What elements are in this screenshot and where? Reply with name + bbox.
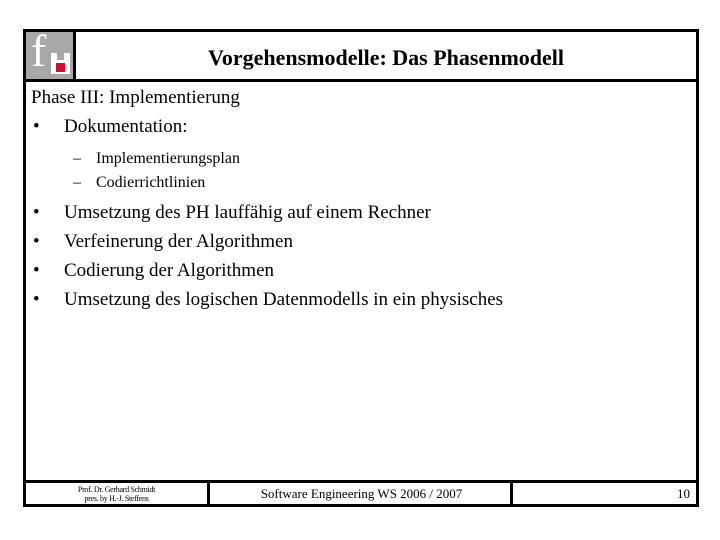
footer-author: Prof. Dr. Gerhard Schmidt pres. by H.-J.… (26, 483, 210, 504)
sub-item: – Implementierungsplan (31, 147, 691, 171)
footer-course: Software Engineering WS 2006 / 2007 (213, 483, 513, 504)
slide-content: Phase III: Implementierung • Dokumentati… (31, 84, 691, 314)
dash-icon: – (73, 174, 81, 191)
logo-red-square (56, 63, 65, 72)
bullet-text: Umsetzung des logischen Datenmodells in … (64, 289, 504, 310)
sub-item: – Codierrichtlinien (31, 171, 691, 195)
page-number: 10 (677, 485, 690, 501)
phase-heading: Phase III: Implementierung (31, 87, 240, 108)
bullet-text: Dokumentation: (64, 116, 188, 137)
bullet-item: • Umsetzung des PH lauffähig auf einem R… (31, 198, 691, 227)
slide-title: Vorgehensmodelle: Das Phasenmodell (207, 44, 565, 70)
sub-item-text: Codierrichtlinien (96, 174, 206, 191)
bullet-text: Codierung der Algorithmen (64, 260, 275, 281)
presenter-name: pres. by H.-J. Steffens (84, 493, 149, 503)
bullet-icon: • (33, 231, 40, 252)
dash-icon: – (73, 150, 81, 167)
bullet-icon: • (33, 260, 40, 281)
bullet-icon: • (33, 116, 40, 137)
slide-footer: Prof. Dr. Gerhard Schmidt pres. by H.-J.… (26, 480, 696, 504)
fh-logo-icon: f (26, 32, 76, 79)
logo-h-notch (57, 53, 64, 60)
bullet-icon: • (33, 202, 40, 223)
slide: f Vorgehensmodelle: Das Phasenmodell Pha… (23, 29, 699, 507)
sub-item-text: Implementierungsplan (96, 150, 240, 167)
bullet-item: • Verfeinerung der Algorithmen (31, 227, 691, 256)
logo-h-shape (51, 53, 70, 74)
bullet-icon: • (33, 289, 40, 310)
bullet-item: • Codierung der Algorithmen (31, 256, 691, 285)
author-name: Prof. Dr. Gerhard Schmidt (77, 484, 156, 494)
bullet-text: Verfeinerung der Algorithmen (64, 231, 293, 252)
logo-letter: f (31, 32, 47, 76)
bullet-item: • Dokumentation: (31, 112, 691, 141)
slide-header: f Vorgehensmodelle: Das Phasenmodell (26, 32, 696, 82)
bullet-text: Umsetzung des PH lauffähig auf einem Rec… (64, 202, 431, 223)
bullet-item: • Umsetzung des logischen Datenmodells i… (31, 285, 691, 314)
